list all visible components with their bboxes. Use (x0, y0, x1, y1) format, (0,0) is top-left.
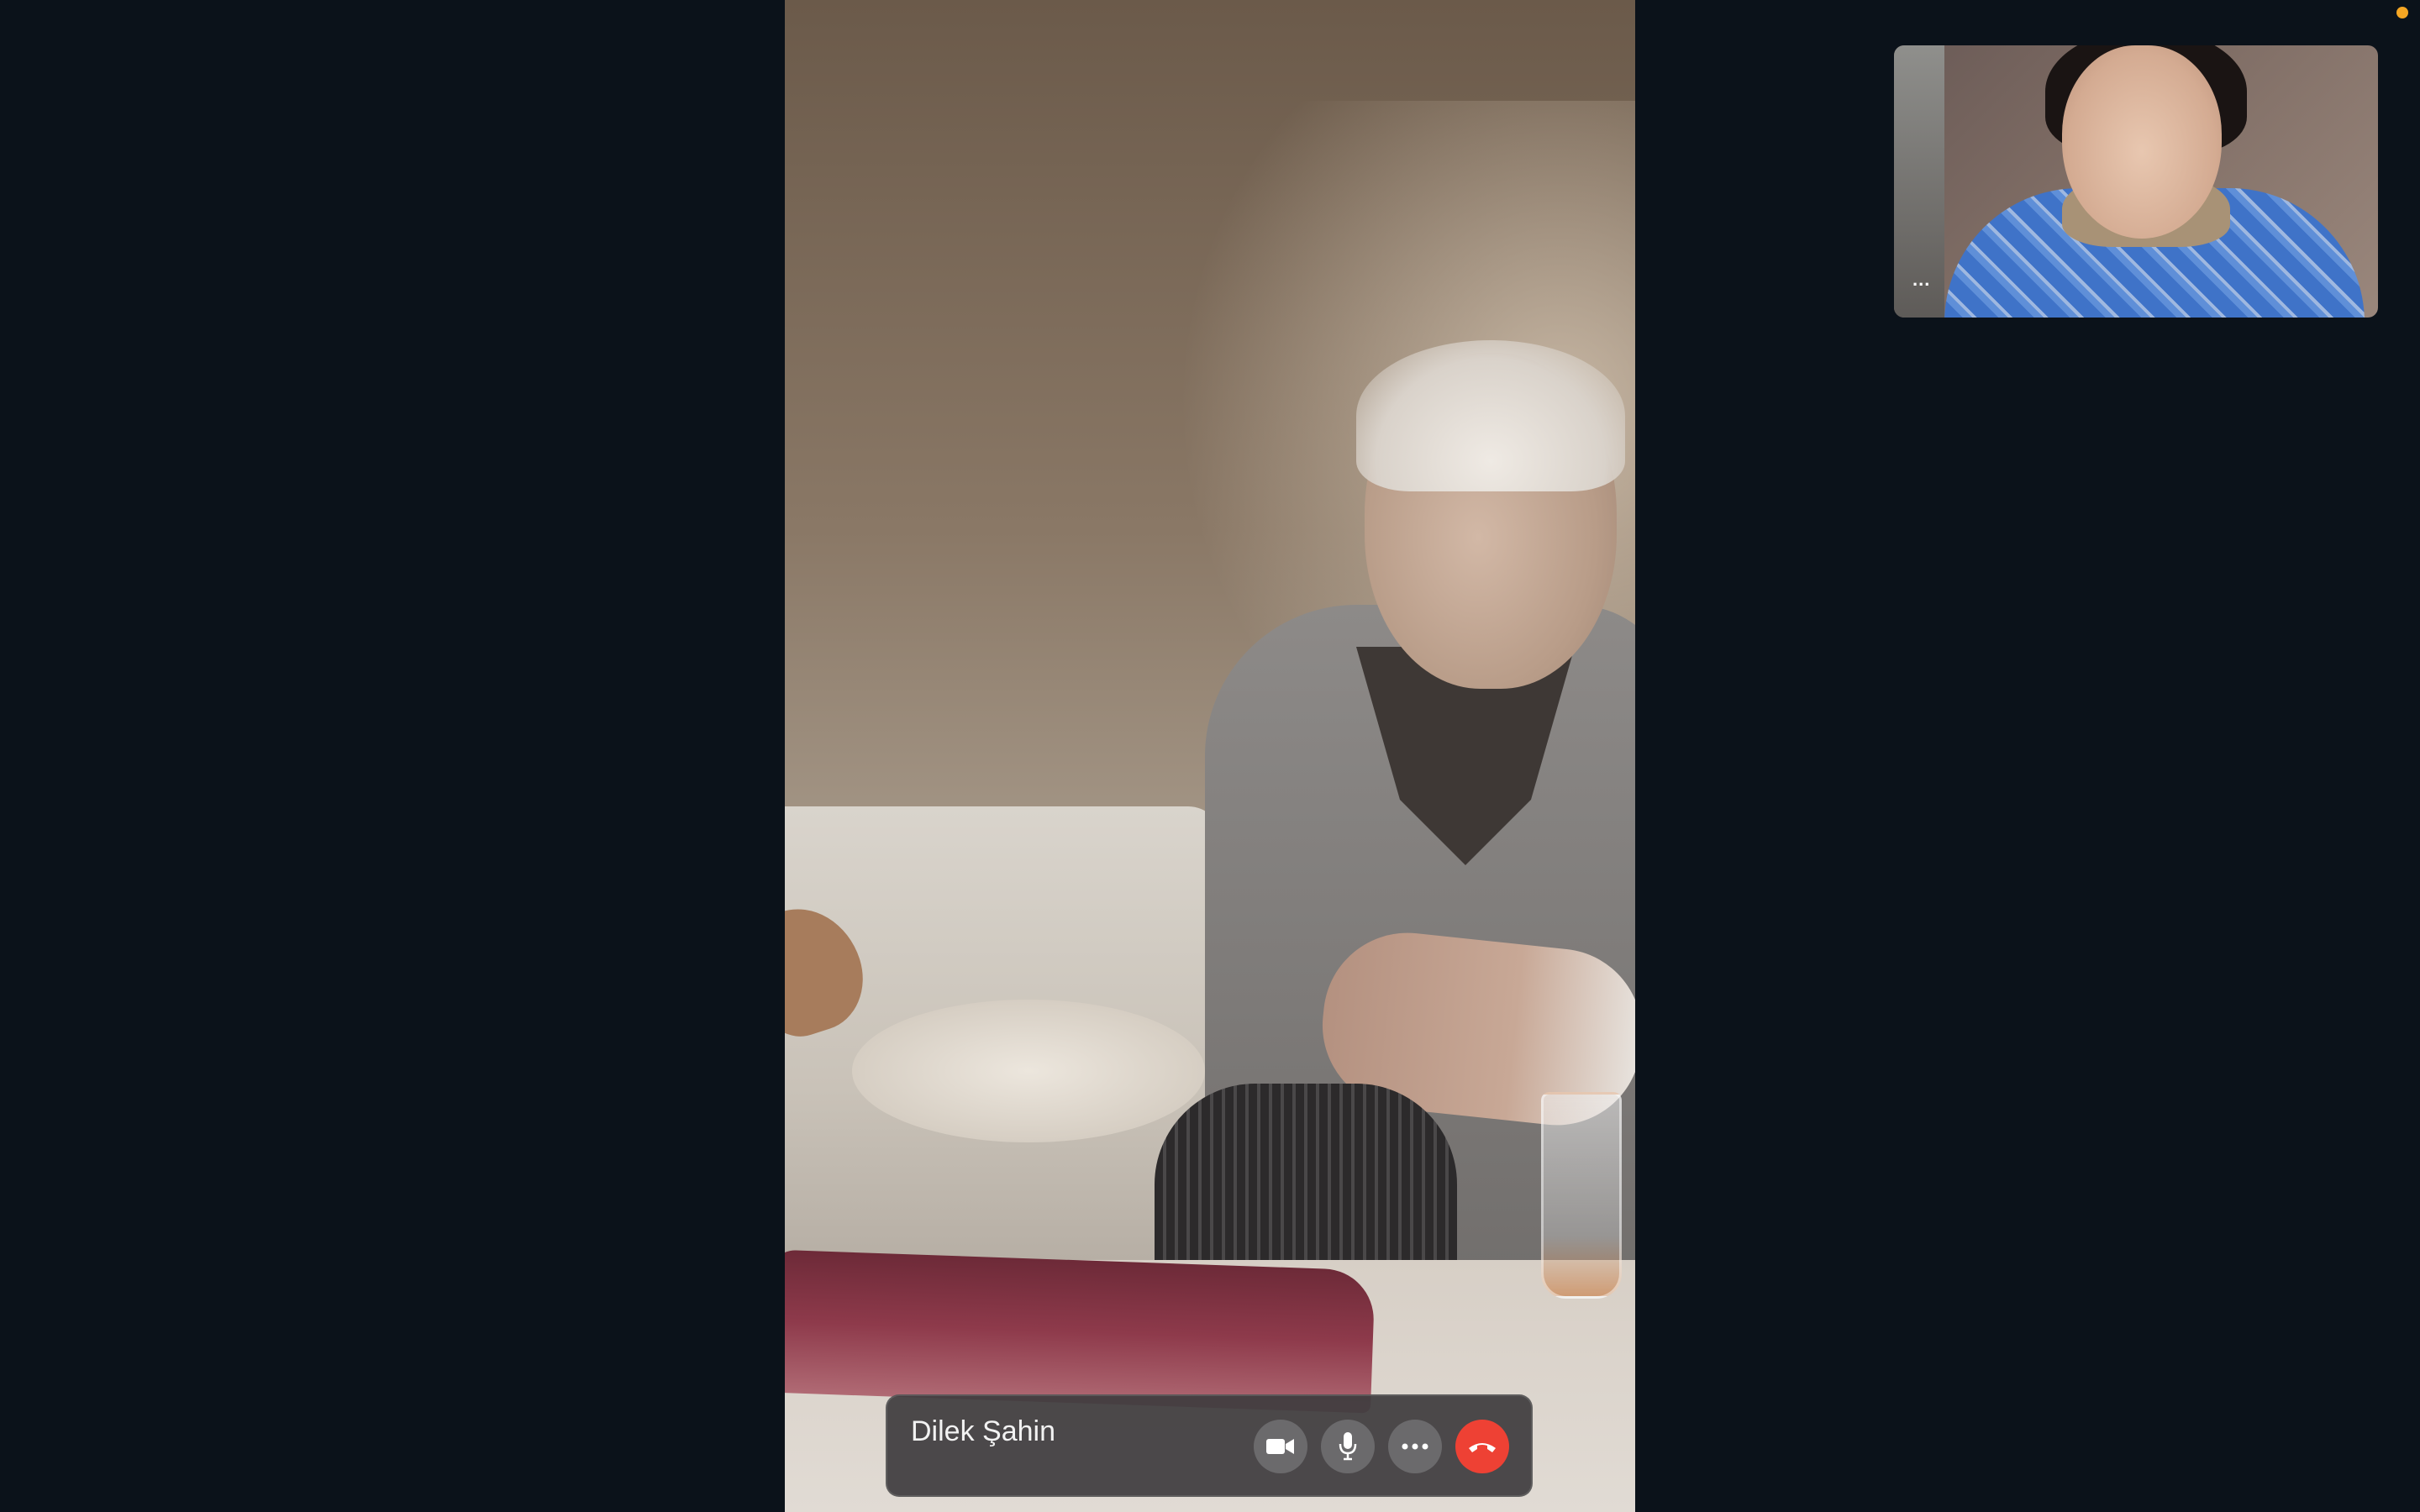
microphone-toggle-button[interactable] (1321, 1420, 1375, 1473)
camera-toggle-button[interactable] (1254, 1420, 1307, 1473)
ellipsis-icon (1402, 1443, 1428, 1450)
end-call-icon (1469, 1443, 1496, 1452)
video-call-window: ... Dilek Şahin (0, 0, 2420, 1512)
camera-in-use-indicator (2396, 7, 2408, 18)
remote-participant-video (785, 0, 1635, 1512)
self-view-more-icon[interactable]: ... (1912, 270, 1930, 311)
caller-name: Dilek Şahin (911, 1415, 1055, 1447)
end-call-button[interactable] (1455, 1420, 1509, 1473)
more-options-button[interactable] (1388, 1420, 1442, 1473)
self-view-video[interactable]: ... (1894, 45, 2378, 318)
video-person-hair (1356, 340, 1625, 491)
video-blanket (852, 1000, 1205, 1142)
video-tea-glass (1541, 1092, 1622, 1299)
video-tray (785, 1249, 1376, 1414)
microphone-icon (1339, 1432, 1357, 1461)
self-view-person-head (2062, 45, 2222, 239)
video-camera-icon (1266, 1439, 1294, 1454)
call-control-bar: Dilek Şahin (886, 1394, 1533, 1497)
